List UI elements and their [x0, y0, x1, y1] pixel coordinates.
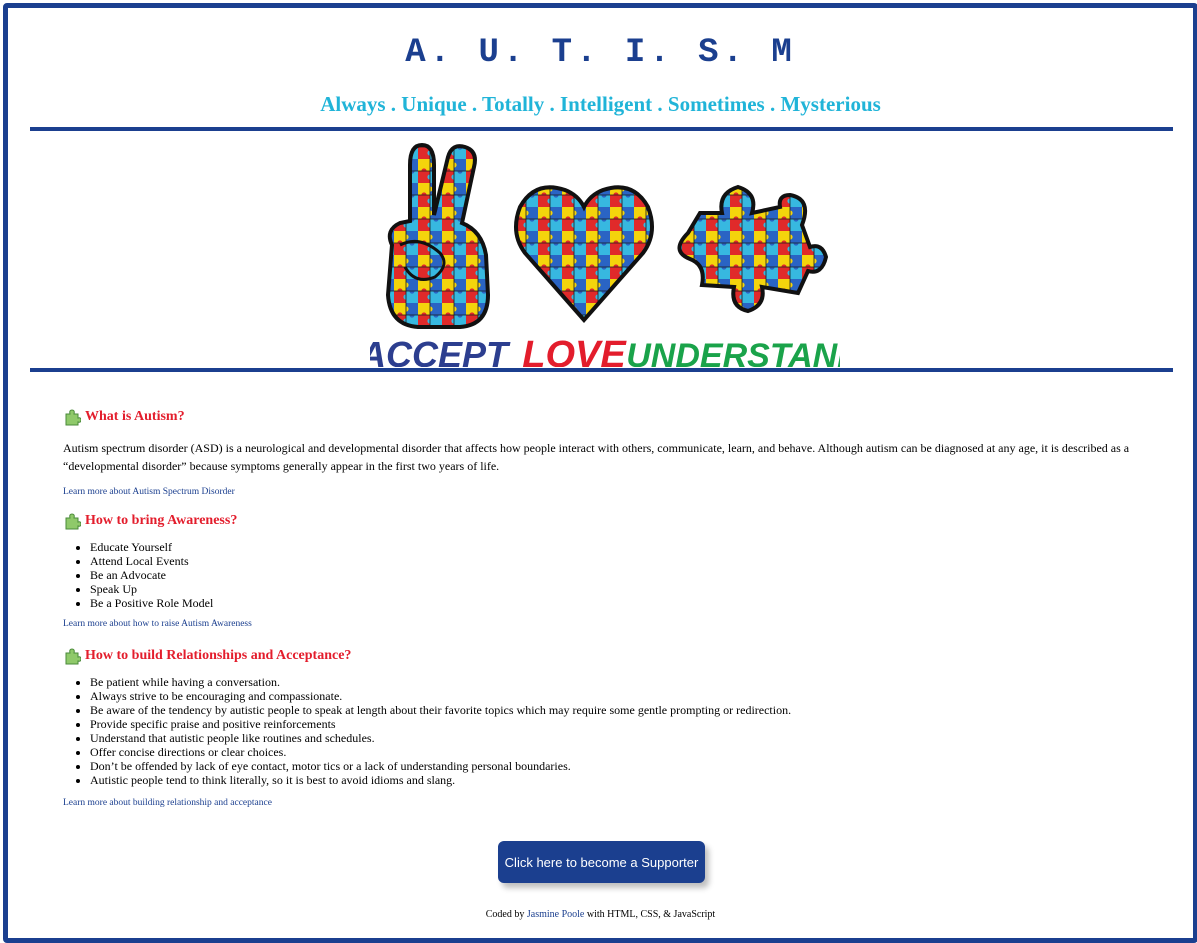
top-divider	[30, 127, 1173, 131]
puzzle-piece-icon	[65, 513, 81, 530]
list-item: Be patient while having a conversation.	[90, 675, 1143, 689]
list-item: Attend Local Events	[90, 554, 1143, 568]
list-item: Speak Up	[90, 582, 1143, 596]
list-item: Offer concise directions or clear choice…	[90, 745, 1143, 759]
become-supporter-button[interactable]: Click here to become a Supporter	[498, 841, 705, 883]
section-heading-what-is-autism: What is Autism?	[63, 406, 1143, 428]
awareness-list: Educate Yourself Attend Local Events Be …	[63, 540, 1143, 610]
list-item: Understand that autistic people like rou…	[90, 731, 1143, 745]
banner-word-understand: UNDERSTAND	[626, 337, 840, 367]
list-item: Be a Positive Role Model	[90, 596, 1143, 610]
list-item: Educate Yourself	[90, 540, 1143, 554]
learn-more-relationships-link[interactable]: Learn more about building relationship a…	[63, 798, 1143, 808]
banner-word-love: LOVE	[522, 334, 627, 367]
author-link[interactable]: Jasmine Poole	[527, 909, 585, 920]
footer: Coded by Jasmine Poole with HTML, CSS, &…	[485, 909, 716, 920]
list-item: Autistic people tend to think literally,…	[90, 773, 1143, 787]
tagline: Always . Unique . Totally . Intelligent …	[320, 92, 881, 116]
page-frame: A. U. T. I. S. M Always . Unique . Total…	[3, 3, 1197, 943]
accept-love-understand-banner: ACCEPT LOVE UNDERSTAND	[370, 142, 840, 367]
list-item: Be an Advocate	[90, 568, 1143, 582]
list-item: Don’t be offended by lack of eye contact…	[90, 759, 1143, 773]
list-item: Be aware of the tendency by autistic peo…	[90, 703, 1143, 717]
list-item: Always strive to be encouraging and comp…	[90, 689, 1143, 703]
site-title: A. U. T. I. S. M	[405, 34, 796, 72]
what-is-autism-paragraph: Autism spectrum disorder (ASD) is a neur…	[63, 441, 1130, 473]
section-heading-relationships: How to build Relationships and Acceptanc…	[63, 645, 1143, 667]
section-heading-awareness: How to bring Awareness?	[63, 510, 1143, 532]
banner-word-accept: ACCEPT	[370, 334, 511, 367]
heart-icon	[514, 185, 654, 324]
peace-hand-icon	[385, 142, 491, 329]
main-content: What is Autism? Autism spectrum disorder…	[63, 406, 1143, 808]
learn-more-asd-link[interactable]: Learn more about Autism Spectrum Disorde…	[63, 487, 1143, 497]
banner-divider	[30, 368, 1173, 372]
relationships-list: Be patient while having a conversation. …	[63, 675, 1143, 787]
puzzle-piece-icon	[65, 409, 81, 426]
list-item: Provide specific praise and positive rei…	[90, 717, 1143, 731]
learn-more-awareness-link[interactable]: Learn more about how to raise Autism Awa…	[63, 619, 1143, 629]
puzzle-piece-icon	[65, 648, 81, 665]
puzzle-piece-icon	[677, 184, 829, 314]
